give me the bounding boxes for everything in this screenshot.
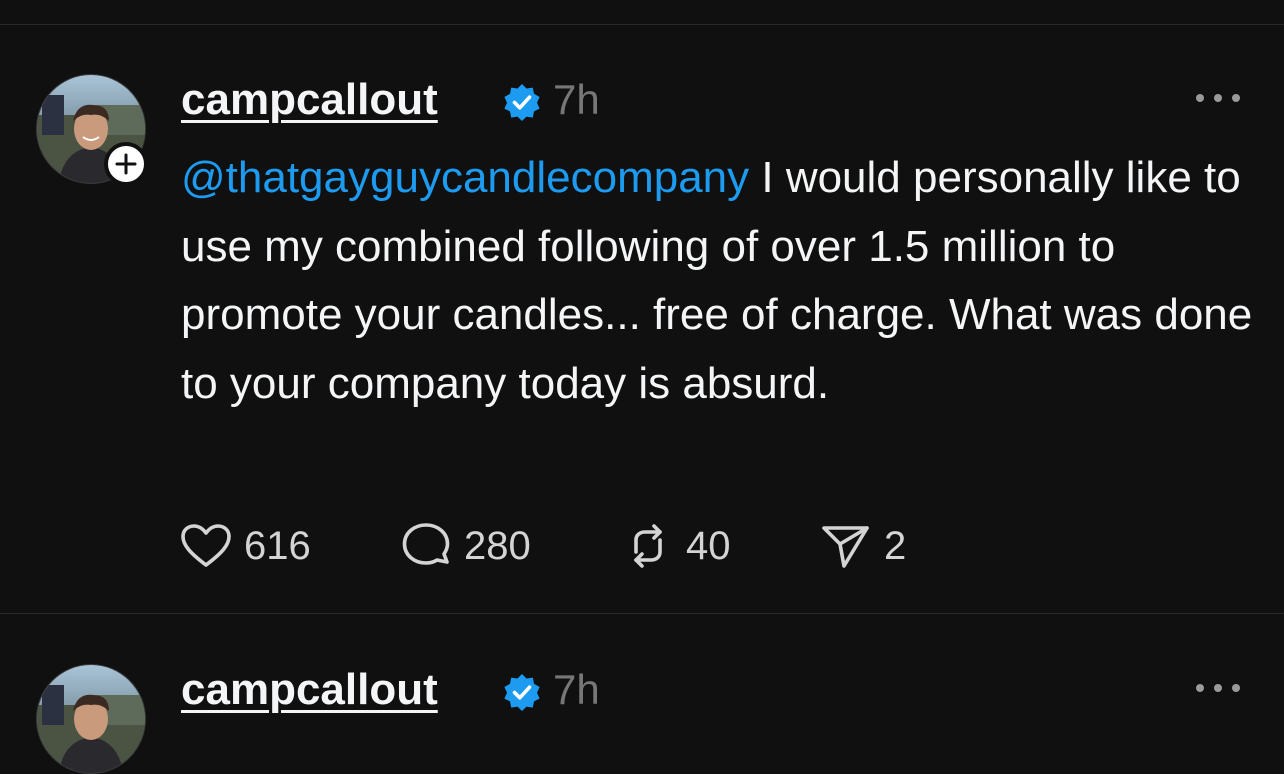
more-options-button[interactable] (1196, 92, 1240, 104)
send-icon (822, 526, 869, 568)
reply-button[interactable]: 280 (400, 520, 531, 572)
mention-link[interactable]: @thatgayguycandlecompany (181, 153, 749, 202)
repost-icon (634, 524, 662, 568)
avatar-container[interactable] (36, 664, 146, 774)
verified-badge-icon (504, 674, 540, 711)
post-timestamp: 7h (553, 76, 600, 123)
more-dot (1214, 684, 1222, 692)
like-button[interactable]: 616 (180, 520, 311, 572)
more-dot (1214, 94, 1222, 102)
repost-button[interactable]: 40 (622, 520, 731, 572)
more-dot (1232, 94, 1240, 102)
thread-post: campcallout 7h @thatgayguycandlecompany … (0, 0, 1284, 613)
thread-post: campcallout 7h (0, 614, 1284, 774)
repost-count: 40 (686, 524, 731, 568)
heart-icon (181, 524, 231, 567)
reply-count: 280 (464, 524, 531, 568)
more-horizontal-icon (1196, 684, 1204, 692)
comment-bubble-icon (402, 523, 450, 565)
post-timestamp: 7h (553, 666, 600, 713)
follow-button[interactable] (104, 142, 148, 186)
avatar[interactable] (36, 664, 146, 774)
more-options-button[interactable] (1196, 682, 1240, 694)
share-count: 2 (884, 524, 907, 568)
like-count: 616 (244, 524, 311, 568)
post-body: @thatgayguycandlecompany I would persona… (181, 144, 1256, 418)
plus-icon (115, 153, 137, 175)
share-button[interactable]: 2 (820, 520, 906, 572)
more-dot (1232, 684, 1240, 692)
more-horizontal-icon (1196, 94, 1204, 102)
verified-badge-icon (504, 84, 540, 121)
username-link[interactable]: campcallout (181, 664, 438, 716)
avatar-container[interactable] (36, 74, 148, 186)
username-link[interactable]: campcallout (181, 74, 438, 126)
